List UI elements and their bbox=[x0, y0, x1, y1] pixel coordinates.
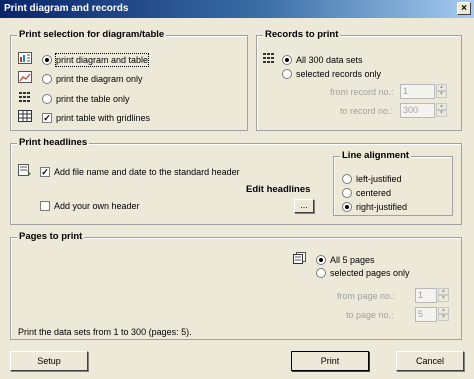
label-from-record: from record no.: bbox=[330, 87, 394, 97]
records-table-icon bbox=[263, 53, 274, 63]
label-table-only[interactable]: print the table only bbox=[56, 93, 130, 105]
checkbox-standard-header[interactable]: ✓ bbox=[40, 167, 50, 177]
edit-headlines-button[interactable]: ... bbox=[294, 199, 314, 213]
gridlines-icon bbox=[18, 110, 32, 122]
label-diagram-and-table[interactable]: print diagram and table bbox=[54, 53, 150, 67]
label-all-records[interactable]: All 300 data sets bbox=[296, 54, 363, 66]
from-page-spinner[interactable]: ▲ ▼ bbox=[438, 288, 449, 303]
print-button[interactable]: Print bbox=[291, 351, 369, 371]
label-diagram-only[interactable]: print the diagram only bbox=[56, 73, 143, 85]
radio-diagram-only[interactable] bbox=[42, 74, 52, 84]
label-centered[interactable]: centered bbox=[356, 187, 391, 199]
to-page-spinner[interactable]: ▲ ▼ bbox=[438, 307, 449, 322]
label-left-justified[interactable]: left-justified bbox=[356, 173, 402, 185]
setup-button[interactable]: Setup bbox=[10, 351, 88, 371]
from-record-spinner[interactable]: ▲ ▼ bbox=[436, 84, 447, 99]
headlines-title: Print headlines bbox=[17, 137, 90, 149]
radio-right-justified[interactable] bbox=[342, 202, 352, 212]
checkbox-own-header[interactable] bbox=[40, 201, 50, 211]
to-record-spinner[interactable]: ▲ ▼ bbox=[436, 103, 447, 118]
checkbox-gridlines[interactable]: ✓ bbox=[42, 113, 52, 123]
label-to-page: to page no.: bbox=[346, 310, 394, 320]
label-own-header[interactable]: Add your own header bbox=[54, 200, 140, 212]
label-selected-pages[interactable]: selected pages only bbox=[330, 267, 410, 279]
pages-summary: Print the data sets from 1 to 300 (pages… bbox=[18, 327, 192, 337]
to-page-input[interactable]: 5 bbox=[415, 307, 437, 322]
label-to-record: to record no.: bbox=[340, 106, 394, 116]
diagram-icon bbox=[18, 71, 32, 83]
window-title: Print diagram and records bbox=[4, 3, 129, 14]
close-button[interactable]: × bbox=[457, 2, 471, 15]
from-record-input[interactable]: 1 bbox=[400, 84, 435, 99]
print-selection-title: Print selection for diagram/table bbox=[17, 29, 167, 41]
radio-centered[interactable] bbox=[342, 188, 352, 198]
label-right-justified[interactable]: right-justified bbox=[356, 201, 407, 213]
records-title: Records to print bbox=[263, 29, 341, 41]
label-standard-header[interactable]: Add file name and date to the standard h… bbox=[54, 166, 240, 178]
pages-group: Pages to print bbox=[10, 231, 462, 340]
label-gridlines[interactable]: print table with gridlines bbox=[56, 112, 150, 124]
alignment-title: Line alignment bbox=[340, 150, 412, 162]
radio-all-records[interactable] bbox=[282, 55, 292, 65]
radio-selected-pages[interactable] bbox=[316, 268, 326, 278]
title-bar: Print diagram and records × bbox=[0, 0, 474, 18]
pages-icon bbox=[293, 252, 306, 264]
radio-table-only[interactable] bbox=[42, 94, 52, 104]
cancel-button[interactable]: Cancel bbox=[396, 351, 464, 371]
label-all-pages[interactable]: All 5 pages bbox=[330, 254, 375, 266]
label-from-page: from page no.: bbox=[337, 291, 396, 301]
to-record-input[interactable]: 300 bbox=[400, 103, 435, 118]
from-page-input[interactable]: 1 bbox=[415, 288, 437, 303]
radio-all-pages[interactable] bbox=[316, 255, 326, 265]
pages-title: Pages to print bbox=[17, 231, 85, 243]
radio-left-justified[interactable] bbox=[342, 174, 352, 184]
edit-headlines-label: Edit headlines bbox=[246, 184, 311, 195]
radio-diagram-and-table[interactable] bbox=[42, 55, 52, 65]
radio-selected-records[interactable] bbox=[282, 69, 292, 79]
table-icon bbox=[19, 92, 30, 102]
diagram-table-icon bbox=[18, 52, 32, 64]
header-icon bbox=[18, 164, 31, 176]
label-selected-records[interactable]: selected records only bbox=[296, 68, 381, 80]
